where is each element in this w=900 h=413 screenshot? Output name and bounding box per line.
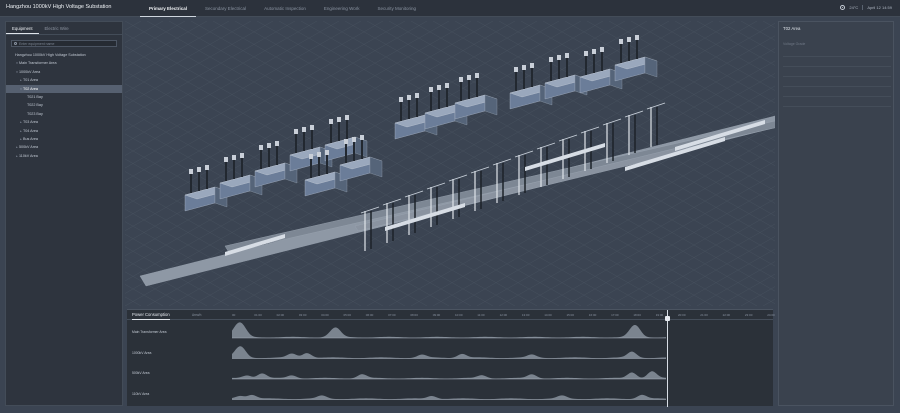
tree-node[interactable]: ▸ T04 Area bbox=[6, 127, 122, 135]
timeline-tick: 03:00 bbox=[298, 313, 307, 317]
timeline-sparklines bbox=[232, 322, 666, 400]
tab-engineering-work[interactable]: Engineering Work bbox=[315, 0, 369, 17]
tree-node[interactable]: ▸ 110kV Area bbox=[6, 152, 122, 160]
timeline-header: Power Consumption Area/h 00 01:00 02:00 03:… bbox=[127, 310, 775, 320]
equipment-panel: Equipment Electric Wire Hangzhou 1000kV … bbox=[5, 21, 123, 406]
search-box bbox=[11, 40, 117, 47]
timeline-title: Power Consumption bbox=[132, 312, 170, 320]
temperature: 24°C bbox=[849, 5, 859, 10]
tree-node-label: T02 Area bbox=[23, 86, 38, 91]
tree-node-label: T03 Area bbox=[23, 120, 38, 125]
timeline-tick: 08:00 bbox=[410, 313, 418, 317]
timeline-axis-label: Area/h bbox=[192, 313, 202, 317]
detail-row bbox=[783, 76, 891, 79]
timeline-tick: 21:00 bbox=[700, 313, 708, 317]
tree-node[interactable]: ▾ 1000kV Area bbox=[6, 68, 122, 76]
timeline-tick: 12:00 bbox=[499, 313, 508, 317]
sparkline bbox=[232, 371, 666, 379]
timeline-tick: 16:00 bbox=[588, 313, 597, 317]
timeline-tick: 00 bbox=[232, 313, 236, 317]
tree-node[interactable]: ▸ 500kV Area bbox=[6, 143, 122, 151]
tree-node[interactable]: ▸ T03 Area bbox=[6, 118, 122, 126]
datetime: April 12 14:59 bbox=[867, 5, 892, 10]
power-consumption-panel: Power Consumption Area/h 00 01:00 02:00 03:… bbox=[127, 309, 775, 407]
detail-subtitle: Voltage Grade bbox=[783, 42, 806, 46]
detail-panel: T02 Area Voltage Grade bbox=[778, 21, 894, 406]
timeline-row-label: Main Transformer Area bbox=[132, 330, 167, 334]
timeline-row-label: 1000kV Area bbox=[132, 350, 152, 355]
sparkline bbox=[232, 346, 666, 359]
search-icon bbox=[14, 42, 17, 45]
tree-node-label: T021 Bay bbox=[27, 94, 43, 99]
tree-node[interactable]: Hangzhou 1000kV High Voltage Substation bbox=[6, 51, 122, 59]
tree-node[interactable]: ▸ T01 Area bbox=[6, 76, 122, 84]
timeline-tick: 22:00 bbox=[722, 313, 731, 317]
weather-icon bbox=[840, 5, 846, 10]
main-nav: Primary Electrical Secondary Electrical … bbox=[140, 0, 425, 17]
sparkline bbox=[232, 394, 666, 400]
status-area: 24°C April 12 14:59 bbox=[840, 5, 892, 10]
substation-3d-model[interactable] bbox=[125, 21, 775, 311]
app-title: Hangzhou 1000kV High Voltage Substation bbox=[6, 4, 112, 10]
tree-node-label: Main Transformer Area bbox=[19, 61, 57, 66]
tree-node[interactable]: ▾ Main Transformer Area bbox=[6, 59, 122, 67]
tree-node-label: Bus Area bbox=[23, 136, 38, 141]
tree-node[interactable]: T021 Bay bbox=[6, 93, 122, 101]
timeline-tick: 09:00 bbox=[432, 313, 441, 317]
detail-title: T02 Area bbox=[783, 26, 801, 31]
search-input[interactable] bbox=[19, 40, 116, 47]
tab-electric-wire[interactable]: Electric Wire bbox=[39, 22, 75, 34]
left-tabs: Equipment Electric Wire bbox=[6, 22, 122, 35]
tab-security-monitoring[interactable]: Security Monitoring bbox=[369, 0, 426, 17]
tab-primary-electrical[interactable]: Primary Electrical bbox=[140, 0, 197, 17]
detail-row bbox=[783, 86, 891, 89]
timeline-tick: 24:00 bbox=[767, 313, 775, 317]
detail-row bbox=[783, 56, 891, 59]
timeline-tick: 04:00 bbox=[321, 313, 329, 317]
timeline-row-label: 110kV Area bbox=[132, 391, 150, 396]
tree-node-label: 1000kV Area bbox=[19, 69, 41, 74]
timeline-tick: 20:00 bbox=[678, 313, 686, 317]
timeline-tick: 07:00 bbox=[388, 313, 396, 317]
tree-node[interactable]: ▸ Bus Area bbox=[6, 135, 122, 143]
timeline-tick: 05:00 bbox=[343, 313, 352, 317]
timeline-tick: 06:00 bbox=[365, 313, 374, 317]
tab-automatic-inspection[interactable]: Automatic Inspection bbox=[255, 0, 315, 17]
timeline-tick: 10:00 bbox=[455, 313, 463, 317]
tree-node[interactable]: T022 Bay bbox=[6, 101, 122, 109]
timeline-tick: 23:00 bbox=[744, 313, 753, 317]
timeline-tick: 18:00 bbox=[633, 313, 641, 317]
tree-node[interactable]: ▾ T02 Area bbox=[6, 84, 122, 93]
divider bbox=[862, 5, 864, 10]
time-cursor[interactable] bbox=[667, 310, 668, 407]
detail-row bbox=[783, 66, 891, 69]
timeline-tick: 19:00 bbox=[655, 313, 664, 317]
tab-equipment[interactable]: Equipment bbox=[6, 22, 39, 34]
timeline-tick: 13:00 bbox=[521, 313, 530, 317]
timeline-tick: 15:00 bbox=[566, 313, 575, 317]
top-bar: Hangzhou 1000kV High Voltage Substation … bbox=[0, 0, 900, 17]
sparkline bbox=[232, 322, 666, 338]
detail-row bbox=[783, 96, 891, 99]
tree-node-label: T01 Area bbox=[23, 78, 38, 83]
tree-node-label: Hangzhou 1000kV High Voltage Substation bbox=[15, 53, 86, 57]
timeline-tick: 17:00 bbox=[611, 313, 619, 317]
tree-node-label: 500kV Area bbox=[19, 145, 39, 150]
timeline-tick: 01:00 bbox=[254, 313, 262, 317]
tab-secondary-electrical[interactable]: Secondary Electrical bbox=[196, 0, 255, 17]
timeline-tick: 14:00 bbox=[544, 313, 552, 317]
timeline-tick: 02:00 bbox=[276, 313, 285, 317]
timeline-row-label: 500kV Area bbox=[132, 371, 150, 375]
tree-node[interactable]: T023 Bay bbox=[6, 110, 122, 118]
tree-node-label: T022 Bay bbox=[27, 103, 43, 108]
time-cursor-handle[interactable] bbox=[665, 316, 670, 321]
tree-node-label: T023 Bay bbox=[27, 111, 43, 116]
timeline-tick: 11:00 bbox=[477, 313, 485, 317]
tree-node-label: T04 Area bbox=[23, 128, 38, 133]
detail-row bbox=[783, 106, 891, 109]
tree-node-label: 110kV Area bbox=[19, 153, 38, 158]
equipment-tree: Hangzhou 1000kV High Voltage Substation ▾… bbox=[6, 51, 122, 160]
